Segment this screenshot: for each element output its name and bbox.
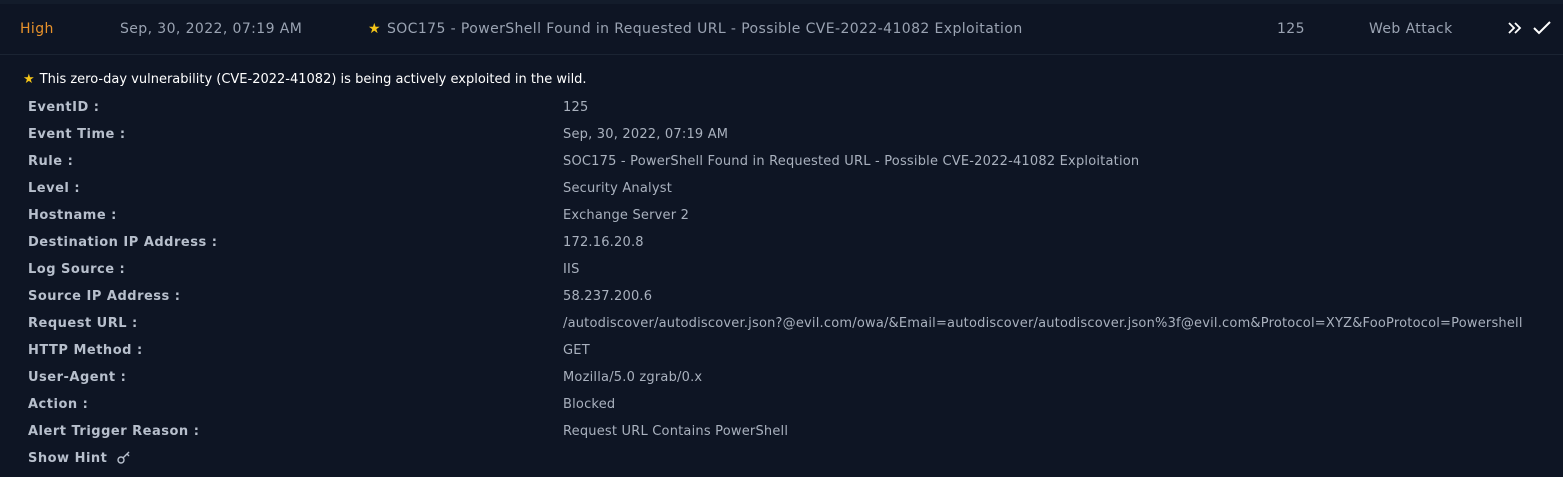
check-icon[interactable] <box>1531 18 1553 38</box>
field-value: Sep, 30, 2022, 07:19 AM <box>563 127 729 142</box>
field-row-source-ip: Source IP Address : 58.237.200.6 <box>0 284 1563 311</box>
show-hint-button[interactable]: Show Hint <box>28 451 132 466</box>
field-row-level: Level : Security Analyst <box>0 176 1563 203</box>
key-icon <box>117 451 130 464</box>
alert-date: Sep, 30, 2022, 07:19 AM <box>120 21 303 37</box>
field-label: Source IP Address : <box>28 289 181 304</box>
field-label: Level : <box>28 181 81 196</box>
field-label: User-Agent : <box>28 370 127 385</box>
field-value: IIS <box>563 262 580 277</box>
alert-event-id: 125 <box>1277 21 1305 37</box>
severity-badge: High <box>20 21 54 37</box>
double-chevron-right-icon[interactable] <box>1506 18 1524 38</box>
field-row-http-method: HTTP Method : GET <box>0 338 1563 365</box>
field-row-hostname: Hostname : Exchange Server 2 <box>0 203 1563 230</box>
field-value: Security Analyst <box>563 181 672 196</box>
star-icon: ★ <box>368 21 381 37</box>
star-icon: ★ <box>23 72 35 87</box>
field-label: Destination IP Address : <box>28 235 218 250</box>
field-value: 172.16.20.8 <box>563 235 644 250</box>
alert-type: Web Attack <box>1369 21 1453 37</box>
field-label: HTTP Method : <box>28 343 143 358</box>
alert-row[interactable]: High Sep, 30, 2022, 07:19 AM ★ SOC175 - P… <box>0 4 1563 55</box>
field-row-user-agent: User-Agent : Mozilla/5.0 zgrab/0.x <box>0 365 1563 392</box>
field-value: 58.237.200.6 <box>563 289 653 304</box>
field-value: GET <box>563 343 590 358</box>
alert-rule: ★ SOC175 - PowerShell Found in Requested … <box>368 21 1023 37</box>
field-value: SOC175 - PowerShell Found in Requested U… <box>563 154 1140 169</box>
field-row-log-source: Log Source : IIS <box>0 257 1563 284</box>
field-label: Request URL : <box>28 316 138 331</box>
field-row-rule: Rule : SOC175 - PowerShell Found in Requ… <box>0 149 1563 176</box>
field-label: Event Time : <box>28 127 126 142</box>
field-row-event-time: Event Time : Sep, 30, 2022, 07:19 AM <box>0 122 1563 149</box>
field-label: Alert Trigger Reason : <box>28 424 200 439</box>
field-value: Blocked <box>563 397 616 412</box>
field-label: EventID : <box>28 100 100 115</box>
field-value: Mozilla/5.0 zgrab/0.x <box>563 370 703 385</box>
field-label: Rule : <box>28 154 74 169</box>
show-hint-label: Show Hint <box>28 451 108 466</box>
field-value: Request URL Contains PowerShell <box>563 424 789 439</box>
field-value: /autodiscover/autodiscover.json?@evil.co… <box>563 316 1523 331</box>
field-row-trigger-reason: Alert Trigger Reason : Request URL Conta… <box>0 419 1563 446</box>
field-row-event-id: EventID : 125 <box>0 95 1563 122</box>
field-row-destination-ip: Destination IP Address : 172.16.20.8 <box>0 230 1563 257</box>
zero-day-note: ★ This zero-day vulnerability (CVE-2022-4… <box>23 72 587 88</box>
alert-actions <box>1506 18 1553 38</box>
field-label: Log Source : <box>28 262 126 277</box>
field-row-action: Action : Blocked <box>0 392 1563 419</box>
field-label: Hostname : <box>28 208 117 223</box>
alert-rule-text: SOC175 - PowerShell Found in Requested U… <box>386 21 1023 37</box>
field-value: 125 <box>563 100 589 115</box>
field-value: Exchange Server 2 <box>563 208 690 223</box>
zero-day-note-text: This zero-day vulnerability (CVE-2022-41… <box>39 72 587 87</box>
field-row-request-url: Request URL : /autodiscover/autodiscover… <box>0 311 1563 338</box>
field-label: Action : <box>28 397 89 412</box>
alert-detail-panel: ★ This zero-day vulnerability (CVE-2022-4… <box>0 55 1563 477</box>
